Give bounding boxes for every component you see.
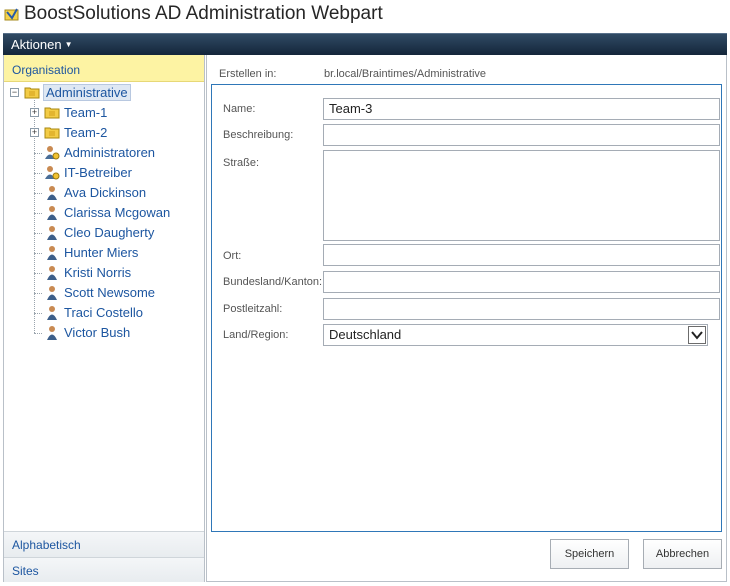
user-icon (47, 326, 57, 340)
state-field[interactable] (323, 271, 720, 293)
street-field[interactable] (323, 150, 720, 241)
tree-label-user: Kristi Norris (64, 265, 132, 280)
tree-label-user: Ava Dickinson (64, 185, 147, 200)
name-field[interactable]: Team-3 (323, 98, 720, 120)
details-panel: Erstellen in: br.local/Braintimes/Admini… (206, 55, 727, 582)
organisation-panel: Organisation − Administrative + Team-1 +… (3, 55, 205, 582)
zip-label: Postleitzahl: (223, 303, 283, 315)
user-icon (47, 306, 57, 320)
tree-node-user[interactable]: Scott Newsome (8, 284, 204, 302)
app-logo-icon (4, 8, 19, 21)
name-label: Name: (223, 103, 256, 115)
created-in-path: br.local/Braintimes/Administrative (324, 68, 487, 80)
title-bar: BoostSolutions AD Administration Webpart (0, 0, 730, 32)
tree-label-user: Hunter Miers (64, 245, 139, 260)
country-label: Land/Region: (223, 329, 289, 341)
tab-alphabetical[interactable]: Alphabetisch (4, 531, 204, 557)
actions-menu-label: Aktionen (11, 37, 62, 52)
folder-icon (24, 87, 40, 99)
street-label: Straße: (223, 157, 260, 169)
country-select-value: Deutschland (329, 327, 402, 342)
tree-node-user[interactable]: Traci Costello (8, 304, 204, 322)
organisation-header[interactable]: Organisation (4, 55, 204, 82)
description-label: Beschreibung: (223, 129, 294, 141)
created-in-label: Erstellen in: (219, 68, 277, 80)
user-icon (47, 266, 57, 280)
state-label: Bundesland/Kanton: (223, 276, 323, 288)
tree-label-user: Clarissa Mcgowan (64, 205, 171, 220)
tree-label-administratoren: Administratoren (64, 145, 156, 160)
tree-node-user[interactable]: Victor Bush (8, 324, 204, 342)
actions-menu-bar: Aktionen ▼ (3, 33, 727, 55)
tree-node-user[interactable]: Clarissa Mcgowan (8, 204, 204, 222)
tree-node-user[interactable]: Cleo Daugherty (8, 224, 204, 242)
tree-node-user[interactable]: Hunter Miers (8, 244, 204, 262)
tree-node-it-betreiber[interactable]: IT-Betreiber (8, 164, 204, 182)
city-field[interactable] (323, 244, 720, 266)
tree-node-administratoren[interactable]: Administratoren (8, 144, 204, 162)
folder-icon (44, 107, 60, 119)
user-icon (47, 246, 57, 260)
chevron-down-icon[interactable] (688, 326, 706, 344)
organization-form: Name: Team-3 Beschreibung: Straße: Ort: … (211, 84, 722, 532)
user-icon (47, 206, 57, 220)
group-icon (45, 166, 60, 180)
tree-node-user[interactable]: Kristi Norris (8, 264, 204, 282)
collapse-icon[interactable]: − (10, 88, 19, 97)
tree-label-it-betreiber: IT-Betreiber (64, 165, 132, 180)
tree-node-team-1[interactable]: + Team-1 (8, 104, 204, 122)
chevron-down-icon: ▼ (64, 40, 73, 49)
group-icon (45, 146, 60, 160)
user-icon (47, 286, 57, 300)
tree-node-team-2[interactable]: + Team-2 (8, 124, 204, 142)
tree-label-user: Cleo Daugherty (64, 225, 155, 240)
tree-node-user[interactable]: Ava Dickinson (8, 184, 204, 202)
expand-icon[interactable]: + (30, 128, 39, 137)
tree-label-user: Scott Newsome (64, 285, 156, 300)
cancel-button[interactable]: Abbrechen (643, 539, 722, 569)
description-field[interactable] (323, 124, 720, 146)
tree-label-user: Victor Bush (64, 325, 131, 340)
tree-node-administrative[interactable]: − Administrative (8, 84, 204, 102)
tab-sites[interactable]: Sites (4, 557, 204, 582)
user-icon (47, 226, 57, 240)
save-button[interactable]: Speichern (550, 539, 629, 569)
actions-menu[interactable]: Aktionen ▼ (11, 37, 73, 52)
tree-label-team-2: Team-2 (64, 125, 108, 140)
country-select[interactable]: Deutschland (323, 324, 708, 346)
user-icon (47, 186, 57, 200)
expand-icon[interactable]: + (30, 108, 39, 117)
page-title: BoostSolutions AD Administration Webpart (24, 3, 383, 24)
tree-label-user: Traci Costello (64, 305, 143, 320)
tree-label-administrative: Administrative (43, 84, 131, 101)
folder-icon (44, 127, 60, 139)
city-label: Ort: (223, 250, 242, 262)
zip-field[interactable] (323, 298, 720, 320)
tree-label-team-1: Team-1 (64, 105, 108, 120)
